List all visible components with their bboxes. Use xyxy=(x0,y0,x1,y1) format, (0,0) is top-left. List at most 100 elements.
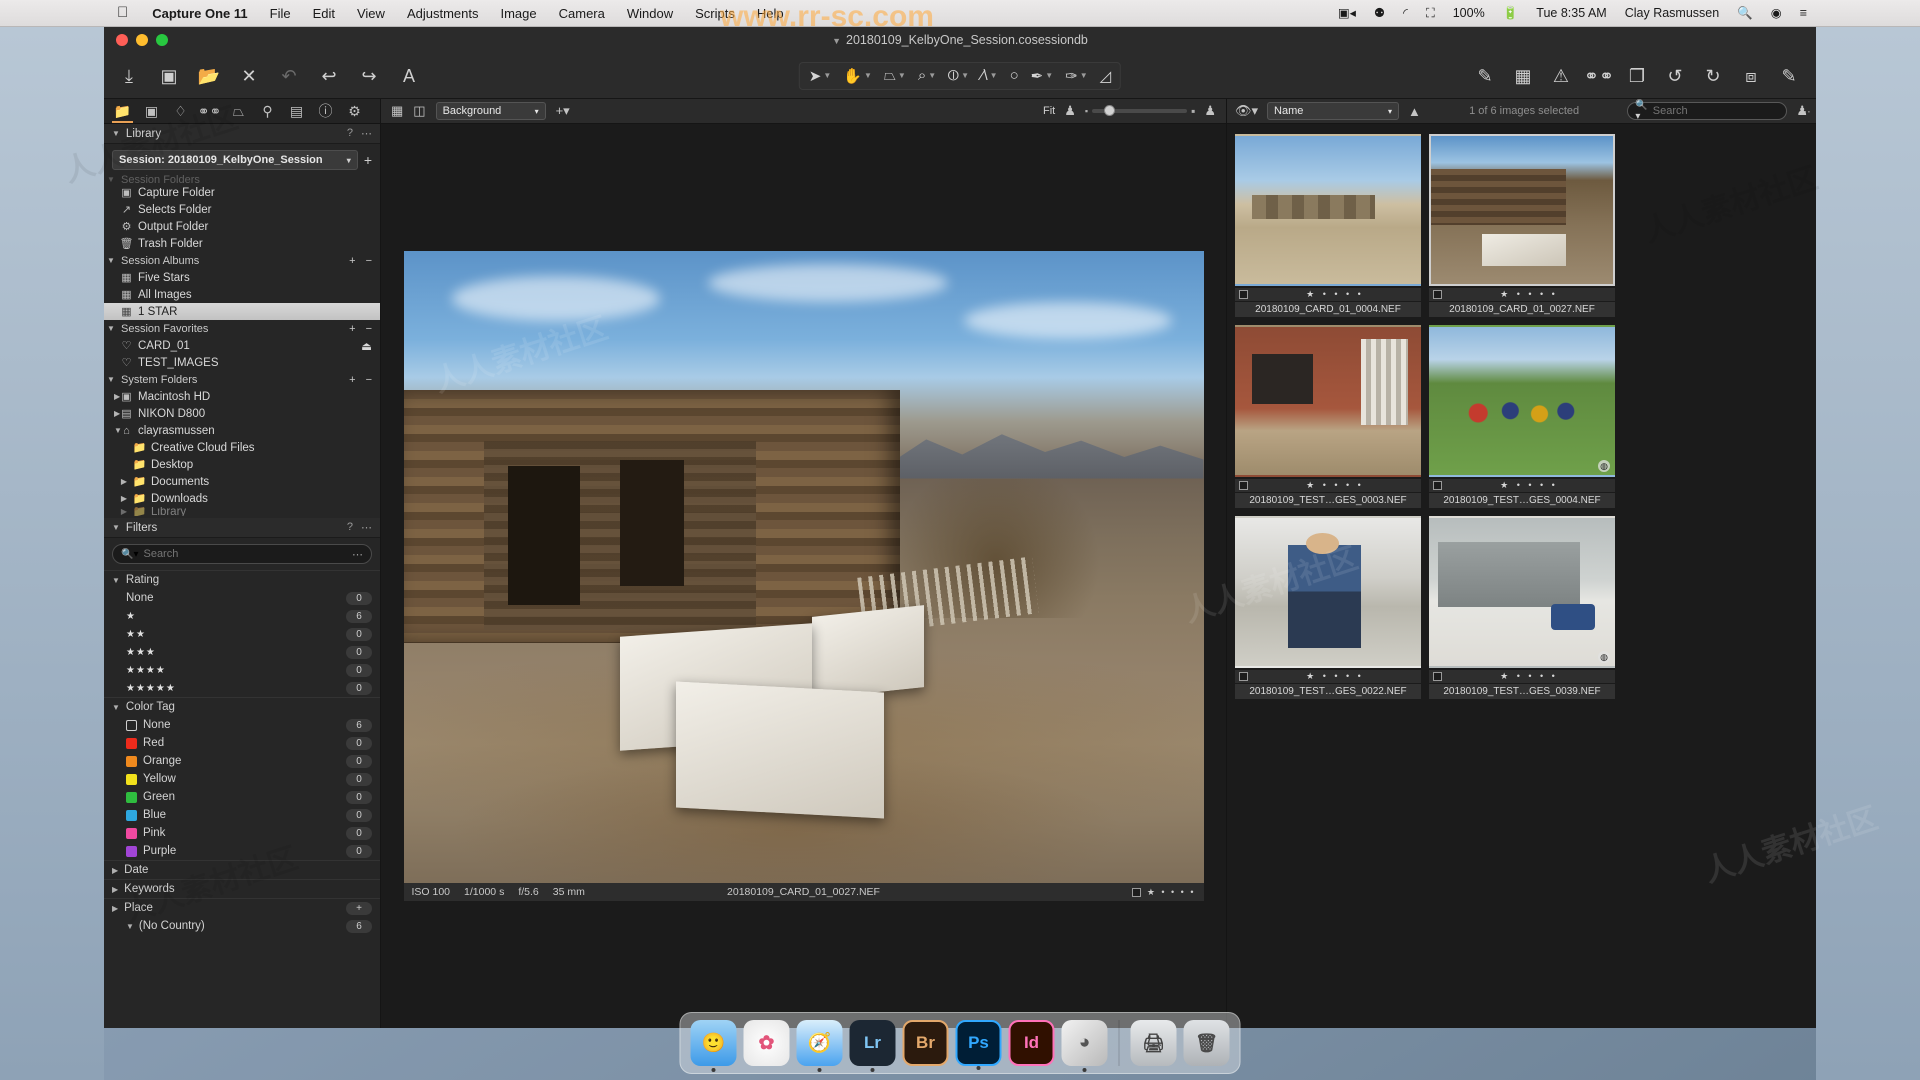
thumbnail-image[interactable] xyxy=(1235,325,1421,477)
select-checkbox[interactable] xyxy=(1433,290,1442,299)
filter-group-color-tag[interactable]: ▼ Color Tag xyxy=(104,697,380,716)
sidebar-item-desktop[interactable]: 📁 Desktop xyxy=(104,456,380,473)
dock-photos-icon[interactable]: ✿ xyxy=(743,1020,790,1066)
thumbnail-cell[interactable]: ★ • • • • 20180109_TEST…GES_0003.NEF xyxy=(1235,325,1421,508)
chevron-right-icon[interactable]: ▶ xyxy=(104,409,120,418)
menu-file[interactable]: File xyxy=(259,0,302,27)
menu-scripts[interactable]: Scripts xyxy=(684,0,746,27)
output-tab[interactable]: ⚙ xyxy=(340,99,369,123)
export-images-icon[interactable]: 📂 xyxy=(198,65,220,87)
undo-icon[interactable]: ↩ xyxy=(318,65,340,87)
spot-removal-tool[interactable]: ○ xyxy=(1005,65,1024,86)
adjustments-tab[interactable]: ▤ xyxy=(282,99,311,123)
edit-with-icon[interactable]: ✎ xyxy=(1474,65,1496,87)
undo-all-icon[interactable]: ↶ xyxy=(278,65,300,87)
sort-select[interactable]: Name ▾ xyxy=(1267,102,1400,120)
capture-tab[interactable]: ▣ xyxy=(137,99,166,123)
capture-icon[interactable]: ▣ xyxy=(158,65,180,87)
pan-hand-tool[interactable]: ✋ ▼ xyxy=(838,65,877,87)
grid-overlay-icon[interactable]: ▦ xyxy=(1512,65,1534,87)
library-panel-header[interactable]: ▼ Library ? ⋯ xyxy=(104,124,380,144)
dock-photoshop-icon[interactable]: Ps xyxy=(955,1020,1002,1070)
group-session-favorites[interactable]: ▼ Session Favorites + − xyxy=(104,320,380,337)
notification-center-icon[interactable]: ≡ xyxy=(1791,0,1816,27)
thumbnail-cell[interactable]: ◍ ★ • • • • 20180109_TEST…GES_0004.NEF xyxy=(1429,325,1615,508)
clock-label[interactable]: Tue 8:35 AM xyxy=(1527,0,1615,27)
dock-trash-icon[interactable]: 🗑 xyxy=(1183,1020,1230,1066)
chevron-right-icon[interactable]: ▶ xyxy=(117,477,131,486)
sort-ascending-icon[interactable]: ▲ xyxy=(1408,104,1421,119)
dock-bridge-icon[interactable]: Br xyxy=(902,1020,949,1066)
chevron-right-icon[interactable]: ▶ xyxy=(117,507,131,516)
color-filter-pink[interactable]: Pink 0 xyxy=(104,824,380,842)
metadata-tab[interactable]: ⓘ xyxy=(311,99,340,123)
rating-stars[interactable]: ★ • • • • xyxy=(1500,480,1558,491)
battery-charging-icon[interactable]: 🔋 xyxy=(1494,0,1528,27)
annotation-text-icon[interactable]: A xyxy=(398,65,420,87)
thumbnail-image[interactable]: ◍ xyxy=(1429,325,1615,477)
thumbnail-cell[interactable]: ★ • • • • 20180109_CARD_01_0027.NEF xyxy=(1429,134,1615,317)
select-checkbox[interactable] xyxy=(1239,672,1248,681)
add-layer-icon[interactable]: +▾ xyxy=(556,103,570,119)
rating-stars[interactable]: ★ • • • • xyxy=(1500,671,1558,682)
color-filter-none[interactable]: None 6 xyxy=(104,716,380,734)
color-tab[interactable]: ⚭⚭ xyxy=(195,99,224,123)
filter-group-date[interactable]: ▶ Date xyxy=(104,860,380,879)
remove-album-button[interactable]: − xyxy=(366,255,372,267)
add-session-button[interactable]: + xyxy=(364,152,372,168)
add-album-button[interactable]: + xyxy=(349,255,355,267)
sidebar-item-clayrasmussen[interactable]: ▼ ⌂ clayrasmussen xyxy=(104,422,380,439)
panel-menu-icon[interactable]: ⋯ xyxy=(361,521,372,534)
group-session-albums[interactable]: ▼ Session Albums + − xyxy=(104,252,380,269)
dock-safari-icon[interactable]: 🧭 xyxy=(796,1020,843,1072)
select-cursor-tool[interactable]: ➤ ▼ xyxy=(804,65,837,87)
thumbnail-image[interactable] xyxy=(1235,134,1421,286)
filter-group-keywords[interactable]: ▶ Keywords xyxy=(104,879,380,898)
primary-image[interactable] xyxy=(403,251,1204,883)
remove-favorite-button[interactable]: − xyxy=(366,323,372,335)
select-checkbox[interactable] xyxy=(1131,887,1141,897)
place-filter-no-country[interactable]: ▼ (No Country) 6 xyxy=(104,917,380,935)
thumbnail-cell[interactable]: ◍ ★ • • • • 20180109_TEST…GES_0039.NEF xyxy=(1429,516,1615,699)
rotate-tool[interactable]: ⦶ ▼ xyxy=(943,65,974,86)
dock-finder-icon[interactable]: 🙂 xyxy=(690,1020,737,1072)
menu-camera[interactable]: Camera xyxy=(548,0,616,27)
rating-filter-1[interactable]: ★ 6 xyxy=(104,607,380,625)
airplay-icon[interactable]: ⛶ xyxy=(1417,0,1444,27)
sidebar-item-macintosh-hd[interactable]: ▶ ▣ Macintosh HD xyxy=(104,388,380,405)
color-filter-yellow[interactable]: Yellow 0 xyxy=(104,770,380,788)
dock-scanner-icon[interactable]: 🖨 xyxy=(1130,1020,1177,1066)
menu-app-name[interactable]: Capture One 11 xyxy=(141,0,258,27)
crop-tool[interactable]: ⌕ ▼ xyxy=(913,65,941,86)
select-checkbox[interactable] xyxy=(1433,481,1442,490)
exposure-warning-icon[interactable]: ⚠ xyxy=(1550,65,1572,87)
rotate-left-icon[interactable]: ↺ xyxy=(1664,65,1686,87)
delete-icon[interactable]: ✕ xyxy=(238,65,260,87)
thumbnail-image[interactable] xyxy=(1235,516,1421,668)
erase-mask-tool[interactable]: ✑ ▼ xyxy=(1060,65,1093,87)
sidebar-item-downloads[interactable]: ▶ 📁 Downloads xyxy=(104,490,380,507)
siri-icon[interactable]: ◉ xyxy=(1762,0,1791,27)
maximize-window-button[interactable] xyxy=(156,34,168,46)
crop-mask-tool[interactable]: ⏢ ▼ xyxy=(879,65,911,86)
user-icon[interactable]: ♟ xyxy=(1796,103,1808,119)
sidebar-item-test-images[interactable]: ♡ TEST_IMAGES xyxy=(104,354,380,371)
image-viewer[interactable]: ISO 100 1/1000 s f/5.6 35 mm 20180109_CA… xyxy=(381,124,1226,1028)
thumbnail-cell[interactable]: ★ • • • • 20180109_CARD_01_0004.NEF xyxy=(1235,134,1421,317)
exposure-tab[interactable]: ⏢ xyxy=(224,99,253,123)
sidebar-item-library[interactable]: ▶ 📁 Library xyxy=(104,507,380,516)
rating-filter-none[interactable]: None 0 xyxy=(104,589,380,607)
sidebar-item-trash-folder[interactable]: 🗑 Trash Folder xyxy=(104,235,380,252)
details-tab[interactable]: ⚲ xyxy=(253,99,282,123)
rating-stars[interactable]: ★ • • • • xyxy=(1306,671,1364,682)
help-icon[interactable]: ? xyxy=(347,521,353,534)
image-rating-controls[interactable]: ★ • • • • xyxy=(1131,887,1196,898)
sidebar-item-output-folder[interactable]: ⚙ Output Folder xyxy=(104,218,380,235)
filters-search-input[interactable] xyxy=(143,548,347,560)
fullscreen-icon[interactable]: ⧈ xyxy=(1740,65,1762,87)
add-system-folder-button[interactable]: + xyxy=(349,374,355,386)
menu-view[interactable]: View xyxy=(346,0,396,27)
color-filter-blue[interactable]: Blue 0 xyxy=(104,806,380,824)
rating-stars[interactable]: ★ • • • • xyxy=(1306,480,1364,491)
visibility-icon[interactable]: 👁▾ xyxy=(1235,103,1258,119)
